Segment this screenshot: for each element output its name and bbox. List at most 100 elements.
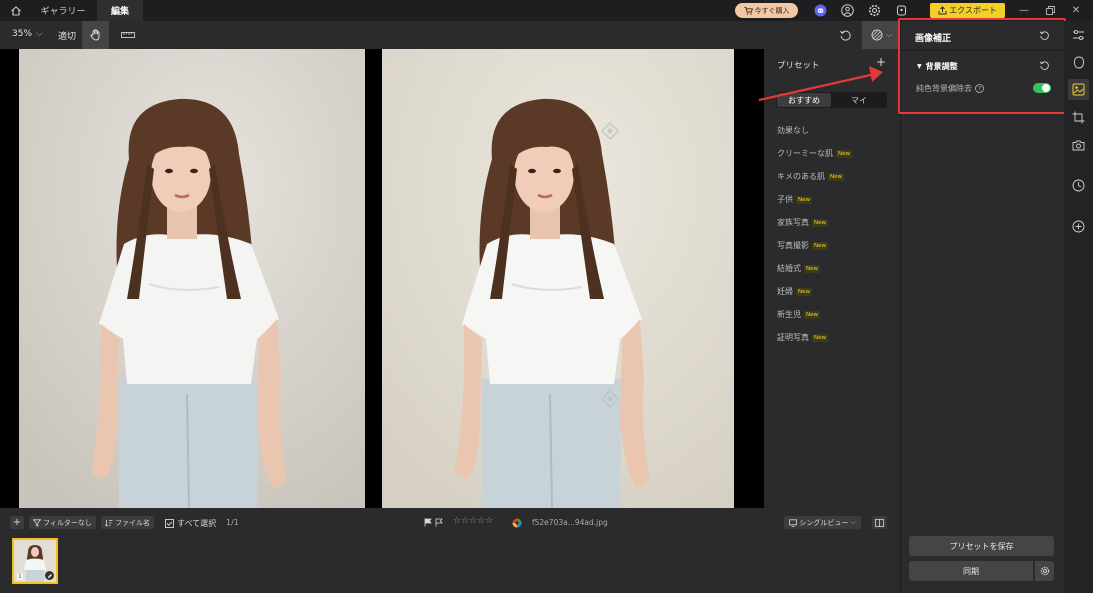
buy-now-button[interactable]: 今すぐ購入	[735, 3, 798, 18]
help-icon[interactable]: ?	[975, 84, 984, 93]
preset-item[interactable]: 妊婦 New	[777, 286, 812, 297]
filmstrip: 1	[0, 535, 900, 593]
new-badge: New	[812, 218, 828, 227]
zoom-dropdown[interactable]: 35% ⌵	[12, 29, 43, 39]
preset-item[interactable]: 子供 New	[777, 194, 812, 205]
star-rating[interactable]: ☆☆☆☆☆	[453, 516, 493, 526]
reject-flag-icon[interactable]	[435, 518, 443, 527]
preset-item-label: 効果なし	[777, 126, 809, 135]
flag-group	[424, 518, 443, 527]
zoom-value: 35%	[12, 29, 33, 39]
photo-thumbnail[interactable]: 1	[12, 538, 58, 584]
minimize-icon[interactable]: —	[1016, 2, 1032, 19]
sync-settings-button[interactable]	[1035, 561, 1054, 581]
preset-item-label: 結婚式	[777, 264, 801, 273]
crop-icon[interactable]	[1070, 109, 1087, 126]
preset-item[interactable]: 家族写真 New	[777, 217, 828, 228]
discord-icon[interactable]	[813, 3, 828, 18]
reset-icon[interactable]	[1039, 30, 1050, 44]
checkbox-icon	[165, 519, 174, 528]
preset-item[interactable]: 効果なし	[777, 125, 809, 136]
file-name: f52e703a...94ad.jpg	[532, 518, 608, 527]
caret-down-icon: ▼	[917, 63, 922, 70]
photo-after	[382, 49, 734, 508]
new-badge: New	[804, 264, 820, 273]
preset-item[interactable]: 証明写真 New	[777, 332, 828, 343]
camera-icon[interactable]	[1070, 136, 1087, 153]
sliders-icon[interactable]	[1070, 26, 1087, 43]
shirt-icon[interactable]	[894, 3, 909, 18]
preset-item[interactable]: 結婚式 New	[777, 263, 820, 274]
adjustment-panel: 画像補正 ▼ 背景調整 純色背景偏除去 ?	[900, 21, 1064, 593]
buy-now-label: 今すぐ購入	[754, 6, 790, 15]
preset-item[interactable]: 新生児 New	[777, 309, 820, 320]
home-icon[interactable]	[8, 3, 24, 19]
edited-pencil-icon	[45, 571, 54, 580]
tab-edit[interactable]: 編集	[97, 0, 143, 21]
seg-recommended[interactable]: おすすめ	[777, 93, 831, 107]
hand-tool-button[interactable]	[82, 21, 109, 49]
reset-icon	[839, 30, 851, 41]
ruler-icon	[120, 32, 135, 38]
add-preset-icon[interactable]: +	[876, 55, 886, 69]
gear-icon	[1040, 566, 1049, 576]
cart-icon	[744, 6, 753, 15]
preset-item-label: 子供	[777, 195, 793, 204]
preset-item-label: キメのある肌	[777, 172, 825, 181]
preset-item[interactable]: クリーミーな肌 New	[777, 148, 852, 159]
split-view-icon	[875, 518, 884, 527]
view-mode-dropdown[interactable]: シングルビュー ⌵	[784, 516, 861, 529]
sync-button[interactable]: 同期	[909, 561, 1033, 581]
reset-all-button[interactable]	[832, 21, 858, 49]
sort-button[interactable]: ファイル名	[101, 516, 154, 529]
reset-icon[interactable]	[1039, 60, 1050, 74]
preset-panel-title: プリセット	[777, 61, 820, 71]
save-preset-button[interactable]: プリセットを保存	[909, 536, 1054, 556]
split-view-button[interactable]	[872, 516, 887, 529]
gear-icon[interactable]	[867, 3, 882, 18]
preset-item[interactable]: 写真撮影 New	[777, 240, 828, 251]
seg-mine[interactable]: マイ	[832, 93, 886, 107]
restore-icon[interactable]	[1042, 2, 1058, 19]
sort-label: ファイル名	[115, 518, 150, 527]
add-photo-button[interactable]: +	[10, 516, 24, 529]
user-icon[interactable]	[840, 3, 855, 18]
preset-item-label: 写真撮影	[777, 241, 809, 250]
compare-ruler-button[interactable]	[114, 21, 141, 49]
preset-item[interactable]: キメのある肌 New	[777, 171, 844, 182]
thumbnail-index: 1	[17, 573, 23, 580]
solid-bg-removal-label: 純色背景偏除去	[916, 84, 972, 93]
add-icon: +	[12, 517, 22, 528]
panel-divider	[901, 50, 1064, 51]
filter-button[interactable]: フィルターなし	[29, 516, 96, 529]
chevron-down-icon: ⌵	[36, 29, 43, 39]
flag-icon[interactable]	[424, 518, 432, 527]
face-icon[interactable]	[1070, 54, 1087, 71]
svg-text:?: ?	[978, 86, 981, 93]
photo-canvas[interactable]	[0, 49, 764, 508]
tab-gallery[interactable]: ギャラリー	[30, 0, 96, 21]
background-adjust-section[interactable]: ▼ 背景調整	[917, 61, 958, 72]
solid-bg-removal-row: 純色背景偏除去 ?	[916, 83, 984, 94]
export-button[interactable]: エクスポート	[930, 3, 1005, 18]
new-badge: New	[836, 149, 852, 158]
add-icon[interactable]	[1070, 218, 1087, 235]
select-all-label: すべて選択	[177, 519, 217, 528]
history-icon[interactable]	[1070, 177, 1087, 194]
panel-title: 画像補正	[915, 34, 952, 44]
color-label-icon[interactable]	[512, 518, 522, 528]
monitor-icon	[789, 518, 798, 527]
image-adjust-icon[interactable]	[1068, 79, 1089, 100]
chevron-down-icon: ⌵	[885, 30, 893, 39]
solid-bg-removal-toggle[interactable]	[1033, 83, 1051, 93]
view-mode-label: シングルビュー	[799, 518, 849, 527]
before-after-toggle[interactable]: ⌵	[862, 21, 900, 49]
new-badge: New	[828, 172, 844, 181]
preset-item-label: 証明写真	[777, 333, 809, 342]
select-all-checkbox[interactable]: すべて選択	[165, 518, 216, 529]
section-title: 背景調整	[925, 62, 958, 71]
close-icon[interactable]: ✕	[1068, 2, 1084, 19]
photo-count: 1/1	[226, 518, 239, 527]
fit-button[interactable]: 適切	[58, 29, 76, 42]
preset-item-label: 家族写真	[777, 218, 809, 227]
